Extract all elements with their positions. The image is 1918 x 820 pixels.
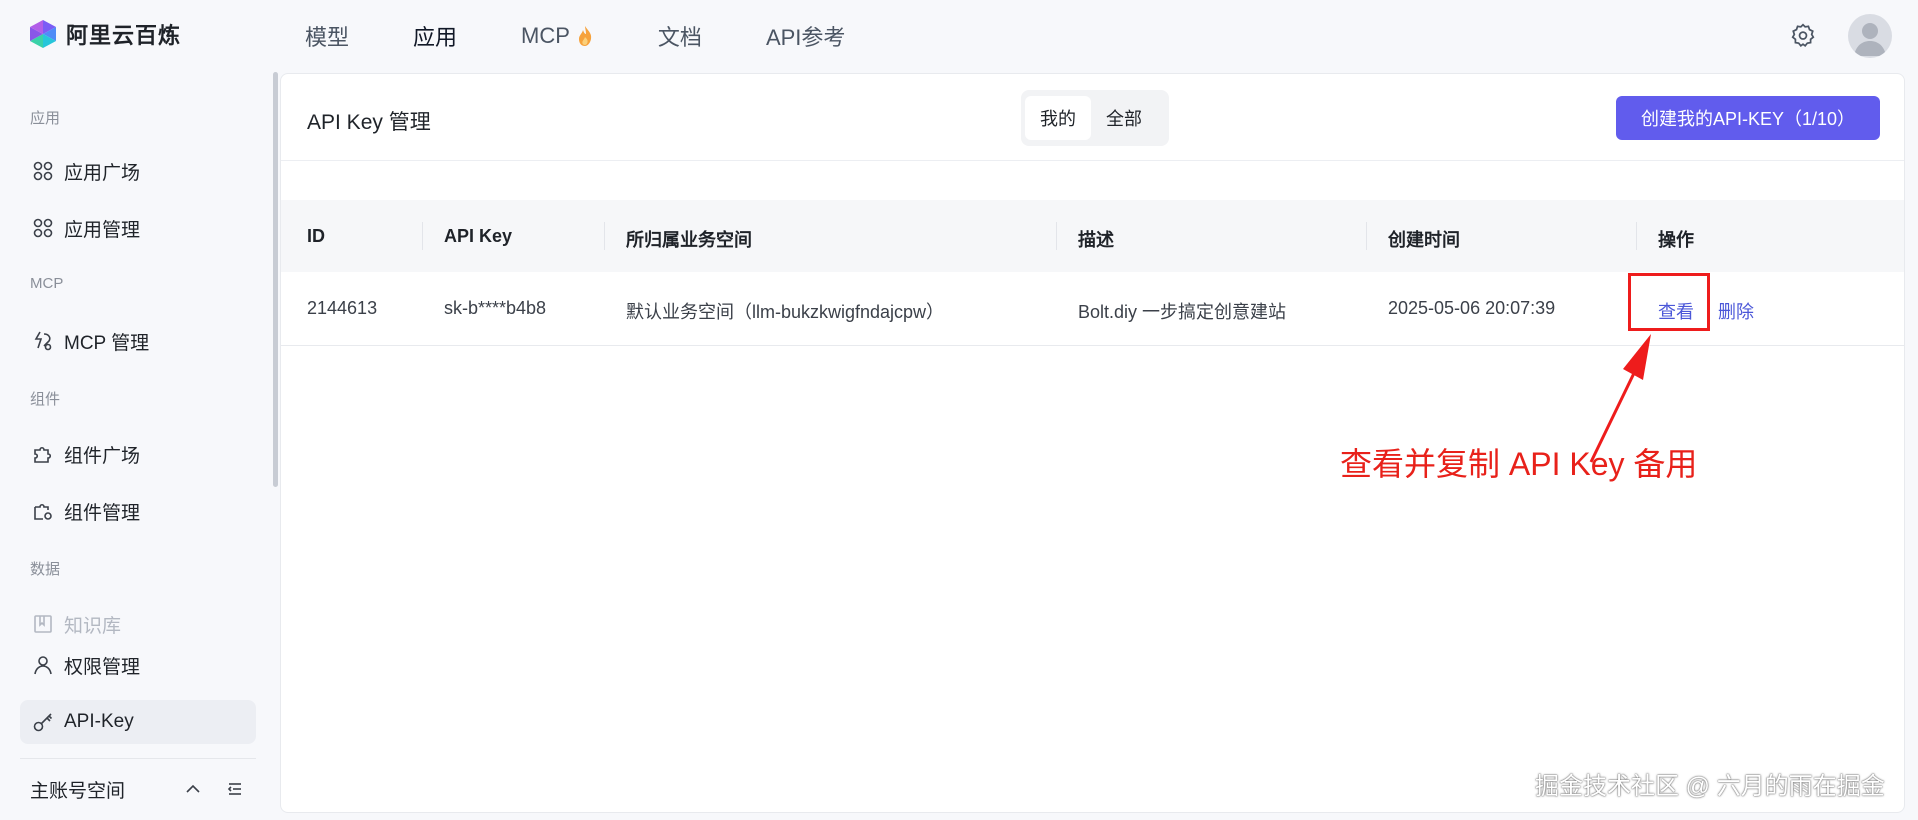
logo-mark-icon (30, 20, 56, 48)
sidebar-item-label: API-Key (64, 711, 134, 732)
sidebar: 应用 应用广场 应用管理 MCP MCP 管理 组件 组件广场 组件管理 数据 (0, 70, 270, 820)
header-divider (281, 160, 1904, 161)
column-header-description: 描述 (1078, 230, 1114, 250)
nav-models[interactable]: 模型 (305, 20, 349, 52)
sidebar-item-label: 应用广场 (64, 162, 141, 184)
nav-docs[interactable]: 文档 (658, 20, 702, 52)
column-separator (1366, 222, 1367, 250)
nav-apps[interactable]: 应用 (413, 20, 457, 52)
sidebar-item-label: 应用管理 (64, 219, 141, 241)
sidebar-item-mcp-manage[interactable]: MCP 管理 (20, 319, 256, 363)
scope-segmented-control: 我的 全部 (1021, 90, 1169, 146)
fire-icon (578, 26, 592, 46)
user-icon (34, 656, 52, 675)
sidebar-item-permission[interactable]: 权限管理 (20, 643, 256, 687)
section-title-data: 数据 (30, 561, 61, 578)
nav-api-reference[interactable]: API参考 (766, 20, 845, 52)
table-header: ID API Key 所归属业务空间 描述 创建时间 操作 (281, 200, 1904, 272)
watermark: 掘金技术社区 @ 六月的雨在掘金 (1535, 773, 1885, 800)
api-key-panel: API Key 管理 我的 全部 创建我的API-KEY（1/10） ID AP… (280, 73, 1905, 813)
sidebar-item-label: MCP 管理 (64, 332, 150, 354)
grid-icon (33, 218, 53, 238)
cell-created-time: 2025-05-06 20:07:39 (1388, 298, 1556, 318)
page-title: API Key 管理 (307, 111, 431, 134)
sidebar-item-app-plaza[interactable]: 应用广场 (20, 149, 256, 193)
column-header-id: ID (307, 226, 325, 246)
key-icon (33, 713, 53, 732)
chevron-up-icon[interactable] (184, 780, 202, 798)
sidebar-item-api-key[interactable]: API-Key (20, 700, 256, 744)
sidebar-item-component-manage[interactable]: 组件管理 (20, 489, 256, 533)
nav-mcp[interactable]: MCP (521, 20, 594, 52)
sidebar-item-app-manage[interactable]: 应用管理 (20, 206, 256, 250)
column-separator (1636, 222, 1637, 250)
avatar-person-icon (1854, 23, 1886, 56)
sidebar-item-knowledge[interactable]: 知识库 (20, 602, 256, 646)
section-title-component: 组件 (30, 391, 61, 408)
nav-mcp-label: MCP (521, 23, 570, 48)
sidebar-item-label: 组件广场 (64, 445, 141, 467)
collapse-menu-icon[interactable] (226, 780, 244, 798)
sidebar-divider (20, 758, 256, 759)
mcp-icon (34, 331, 52, 351)
cell-id: 2144613 (307, 298, 378, 318)
brand-name: 阿里云百炼 (66, 23, 182, 48)
sidebar-item-label: 权限管理 (64, 656, 141, 678)
book-icon (34, 615, 52, 633)
top-right-tools (1778, 14, 1918, 58)
section-title-app: 应用 (30, 110, 61, 127)
create-api-key-button[interactable]: 创建我的API-KEY（1/10） (1616, 96, 1880, 140)
user-avatar[interactable] (1848, 14, 1892, 58)
sidebar-item-label: 知识库 (64, 615, 122, 637)
sidebar-scrollbar[interactable] (273, 72, 278, 487)
tab-all[interactable]: 全部 (1091, 96, 1157, 140)
column-separator (1056, 222, 1057, 250)
top-bar: 阿里云百炼 模型 应用 MCP 文档 API参考 (0, 0, 1918, 70)
column-separator (604, 222, 605, 250)
tab-mine[interactable]: 我的 (1025, 96, 1091, 140)
sidebar-item-component-plaza[interactable]: 组件广场 (20, 432, 256, 476)
brand-logo[interactable]: 阿里云百炼 (28, 18, 181, 50)
column-header-created: 创建时间 (1388, 230, 1460, 250)
account-space-label[interactable]: 主账号空间 (30, 776, 125, 803)
puzzle-icon (34, 446, 52, 463)
cell-api-key: sk-b****b4b8 (444, 298, 547, 318)
sidebar-item-label: 组件管理 (64, 502, 141, 524)
section-title-mcp: MCP (30, 275, 64, 292)
cell-description: Bolt.diy 一步搞定创意建站 (1078, 302, 1287, 322)
cell-workspace: 默认业务空间（llm-bukzkwigfndajcpw） (626, 302, 945, 322)
annotation-text: 查看并复制 API Key 备用 (1340, 446, 1698, 482)
puzzle-gear-icon (34, 503, 52, 520)
column-header-actions: 操作 (1658, 230, 1694, 250)
main-nav: 模型 应用 MCP 文档 API参考 (305, 20, 909, 52)
grid-icon (33, 161, 53, 181)
column-header-api-key: API Key (444, 226, 513, 246)
gear-icon[interactable] (1790, 22, 1816, 48)
column-separator (422, 222, 423, 250)
delete-link[interactable]: 删除 (1718, 298, 1754, 324)
column-header-workspace: 所归属业务空间 (626, 230, 752, 250)
